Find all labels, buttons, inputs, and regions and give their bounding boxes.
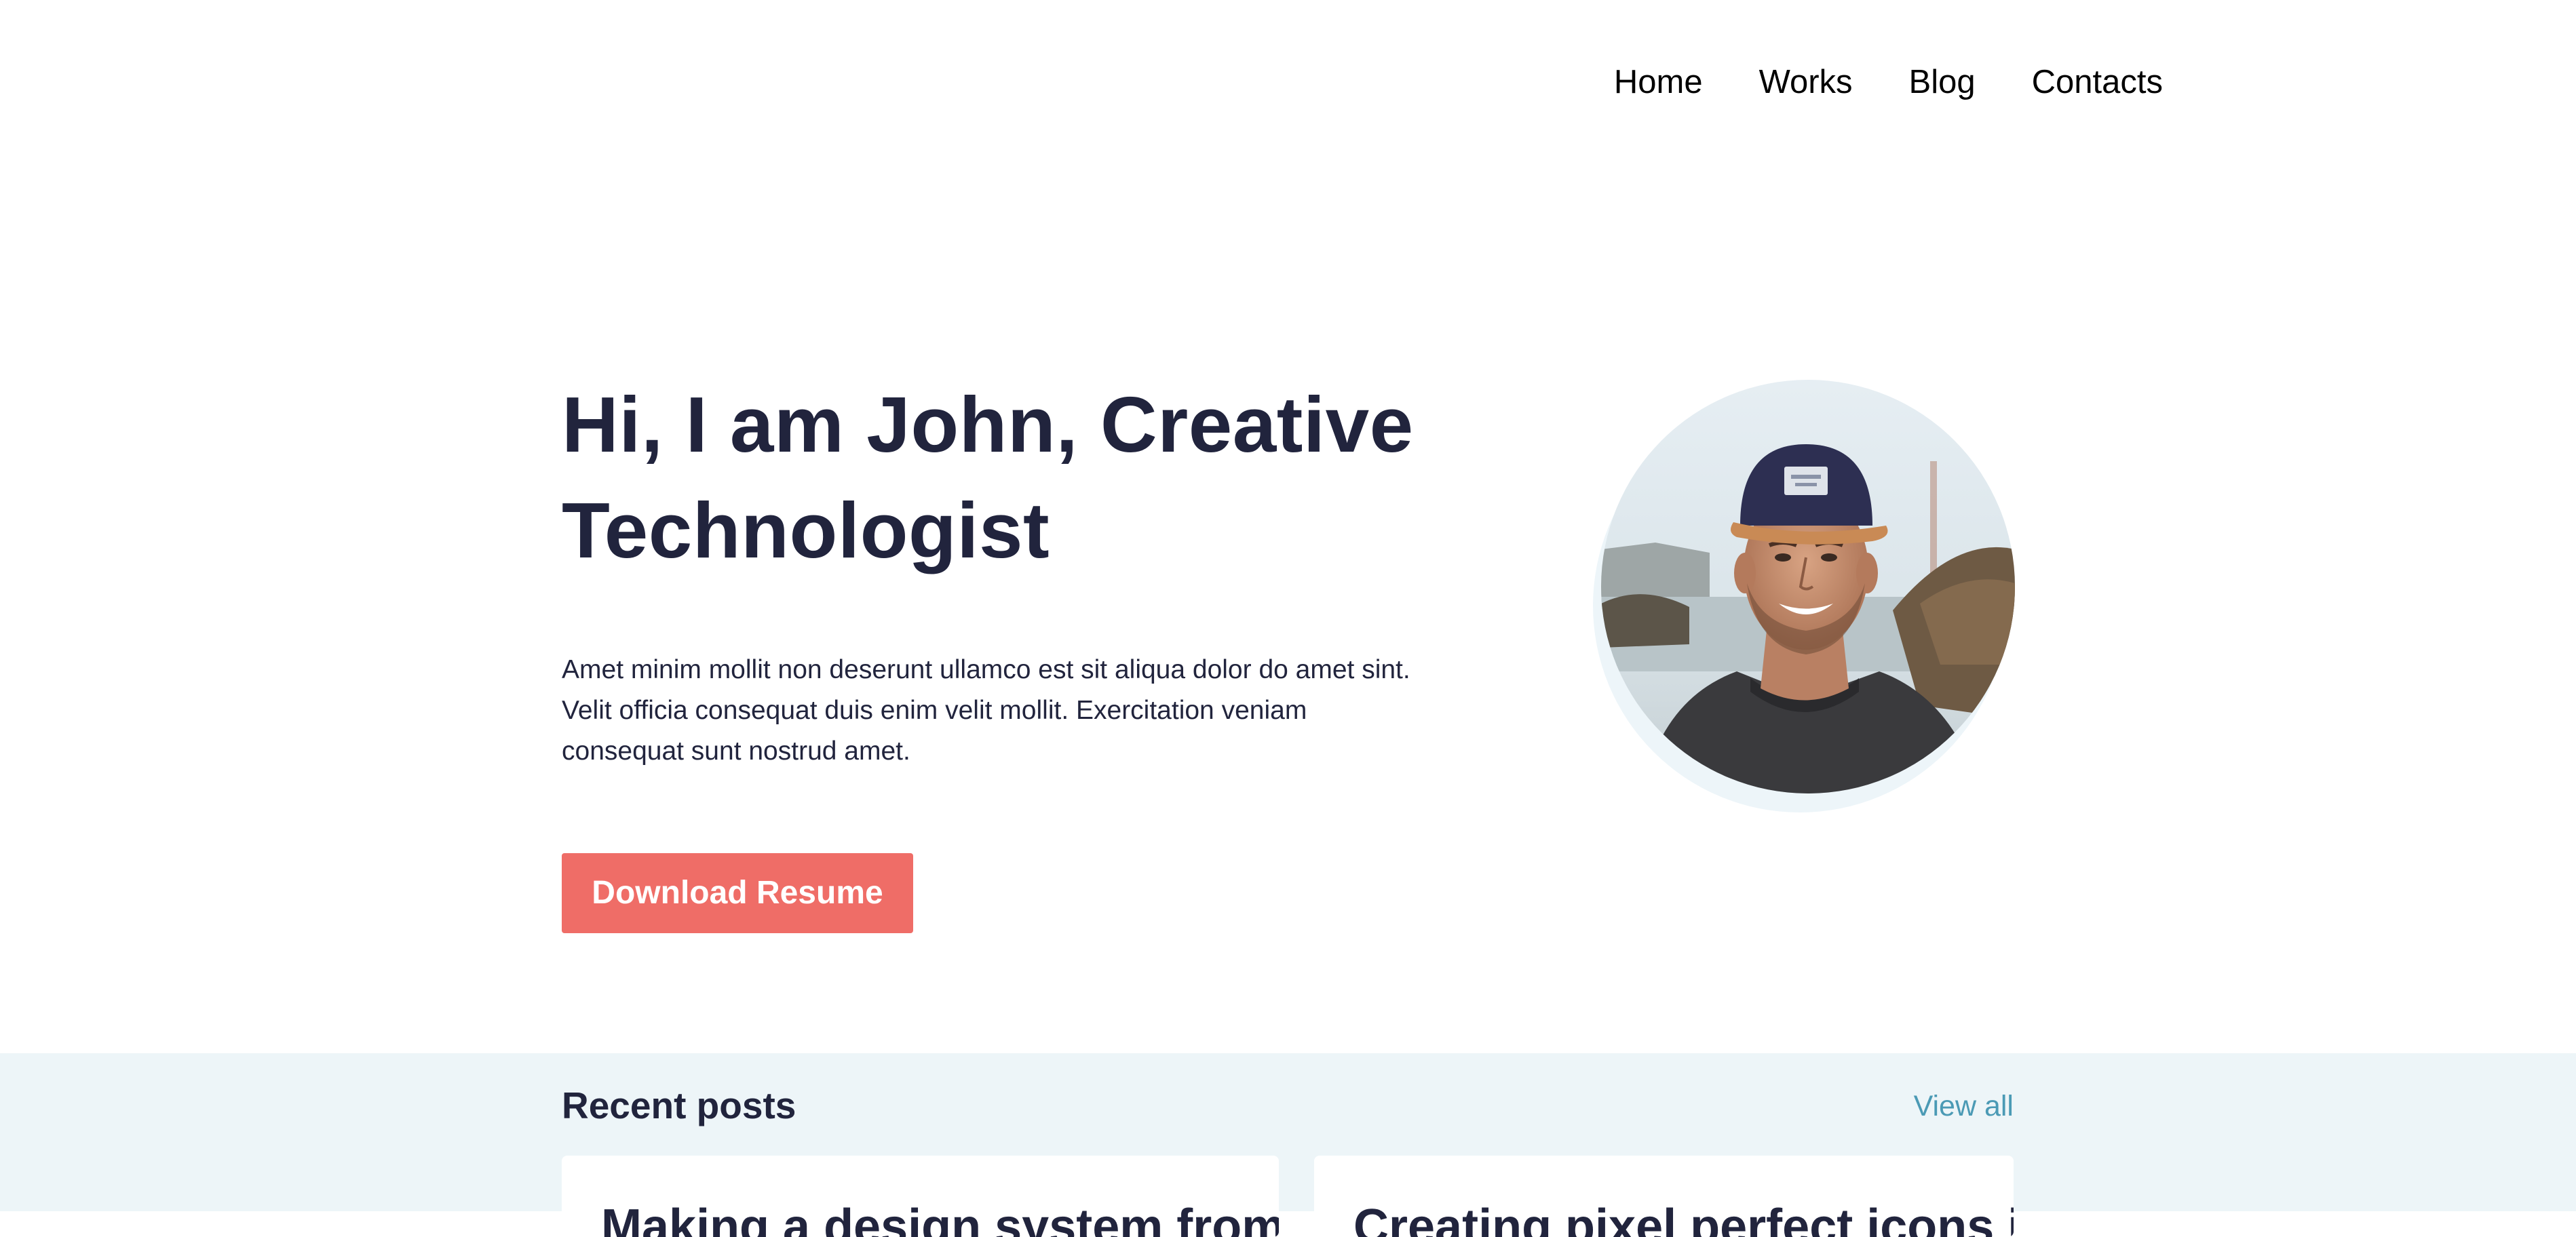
post-card-title: Making a design system from: [601, 1200, 1279, 1237]
hero-title-line1: Hi, I am John, Creative: [562, 380, 1414, 469]
hero-title-line2: Technologist: [562, 486, 1050, 574]
download-resume-button[interactable]: Download Resume: [562, 853, 913, 933]
avatar-photo: [1601, 380, 2015, 793]
post-card[interactable]: Creating pixel perfect icons in: [1314, 1156, 2014, 1237]
nav-contacts-link[interactable]: Contacts: [2032, 58, 2163, 106]
recent-posts-title: Recent posts: [562, 1084, 796, 1126]
view-all-link[interactable]: View all: [1914, 1086, 2014, 1126]
post-card[interactable]: Making a design system from: [562, 1156, 1279, 1237]
avatar: [1601, 380, 2015, 793]
hero-description: Amet minim mollit non deserunt ullamco e…: [562, 655, 1410, 766]
recent-posts-section: Recent posts View all Making a design sy…: [0, 1053, 2576, 1237]
main-nav: Home Works Blog Contacts: [1614, 58, 2163, 106]
nav-works-link[interactable]: Works: [1759, 58, 1853, 106]
nav-home-link[interactable]: Home: [1614, 58, 1703, 106]
post-card-title: Creating pixel perfect icons in: [1353, 1200, 2014, 1237]
nav-blog-link[interactable]: Blog: [1909, 58, 1976, 106]
hero-title: Hi, I am John, Creative Technologist: [562, 372, 1444, 583]
